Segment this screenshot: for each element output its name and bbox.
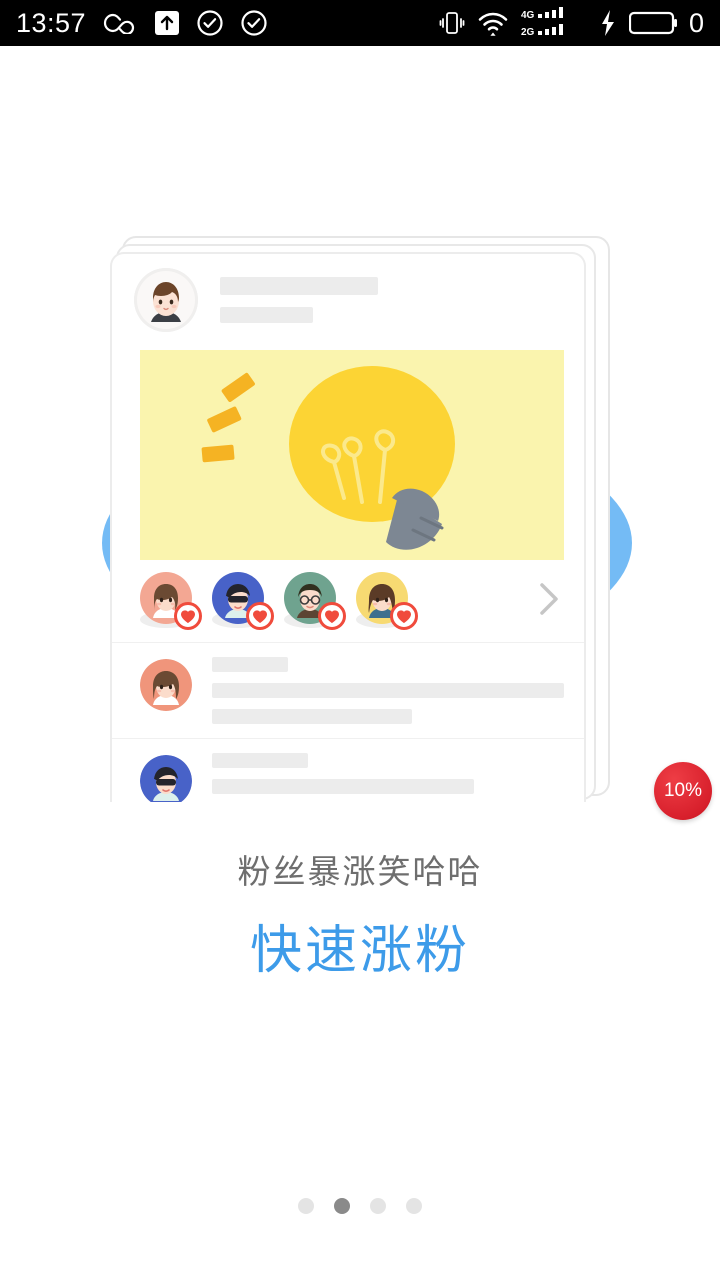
like-avatar-4[interactable] xyxy=(356,572,418,630)
comment-row[interactable] xyxy=(112,739,584,802)
skeleton-line-author xyxy=(212,753,308,768)
header-avatar xyxy=(134,268,198,332)
caption-subtitle: 粉丝暴涨笑哈哈 xyxy=(237,853,483,890)
skeleton-line-name xyxy=(220,277,378,295)
heart-icon xyxy=(246,602,274,630)
pagination-dot-1[interactable] xyxy=(298,1198,314,1214)
caption-title: 快速涨粉 xyxy=(249,921,470,980)
girl-orange-bg-avatar xyxy=(140,659,192,711)
skeleton-line-body-2 xyxy=(212,709,412,724)
post-image xyxy=(140,350,564,560)
heart-icon xyxy=(390,602,418,630)
like-avatar-1[interactable] xyxy=(140,572,202,630)
pagination-dot-4[interactable] xyxy=(406,1198,422,1214)
pagination-dot-2[interactable] xyxy=(334,1198,350,1214)
comment-row[interactable] xyxy=(112,643,584,739)
skeleton-line-meta xyxy=(220,307,313,323)
comment-skeleton xyxy=(212,657,566,724)
pagination-dot-3[interactable] xyxy=(370,1198,386,1214)
like-avatar-3[interactable] xyxy=(284,572,346,630)
post-header-skeleton xyxy=(220,277,378,323)
post-card xyxy=(110,252,586,802)
heart-icon xyxy=(318,602,346,630)
caption-block: 粉丝暴涨笑哈哈 快速涨粉 xyxy=(0,852,720,982)
chevron-right-icon[interactable] xyxy=(538,582,560,621)
progress-badge-label: 10% xyxy=(663,780,703,801)
man-sunglasses-blue-bg-avatar xyxy=(140,755,192,802)
skeleton-line-author xyxy=(212,657,288,672)
post-header xyxy=(112,254,584,342)
likes-row[interactable] xyxy=(112,560,584,643)
post-card-stack xyxy=(0,0,720,1280)
skeleton-line-body-1 xyxy=(212,779,474,794)
heart-icon xyxy=(174,602,202,630)
lightbulb-illustration xyxy=(140,350,564,560)
progress-badge[interactable]: 10% xyxy=(654,762,712,820)
comment-skeleton xyxy=(212,753,566,794)
pagination-dots[interactable] xyxy=(0,1198,720,1214)
skeleton-line-body-1 xyxy=(212,683,564,698)
like-avatar-2[interactable] xyxy=(212,572,274,630)
